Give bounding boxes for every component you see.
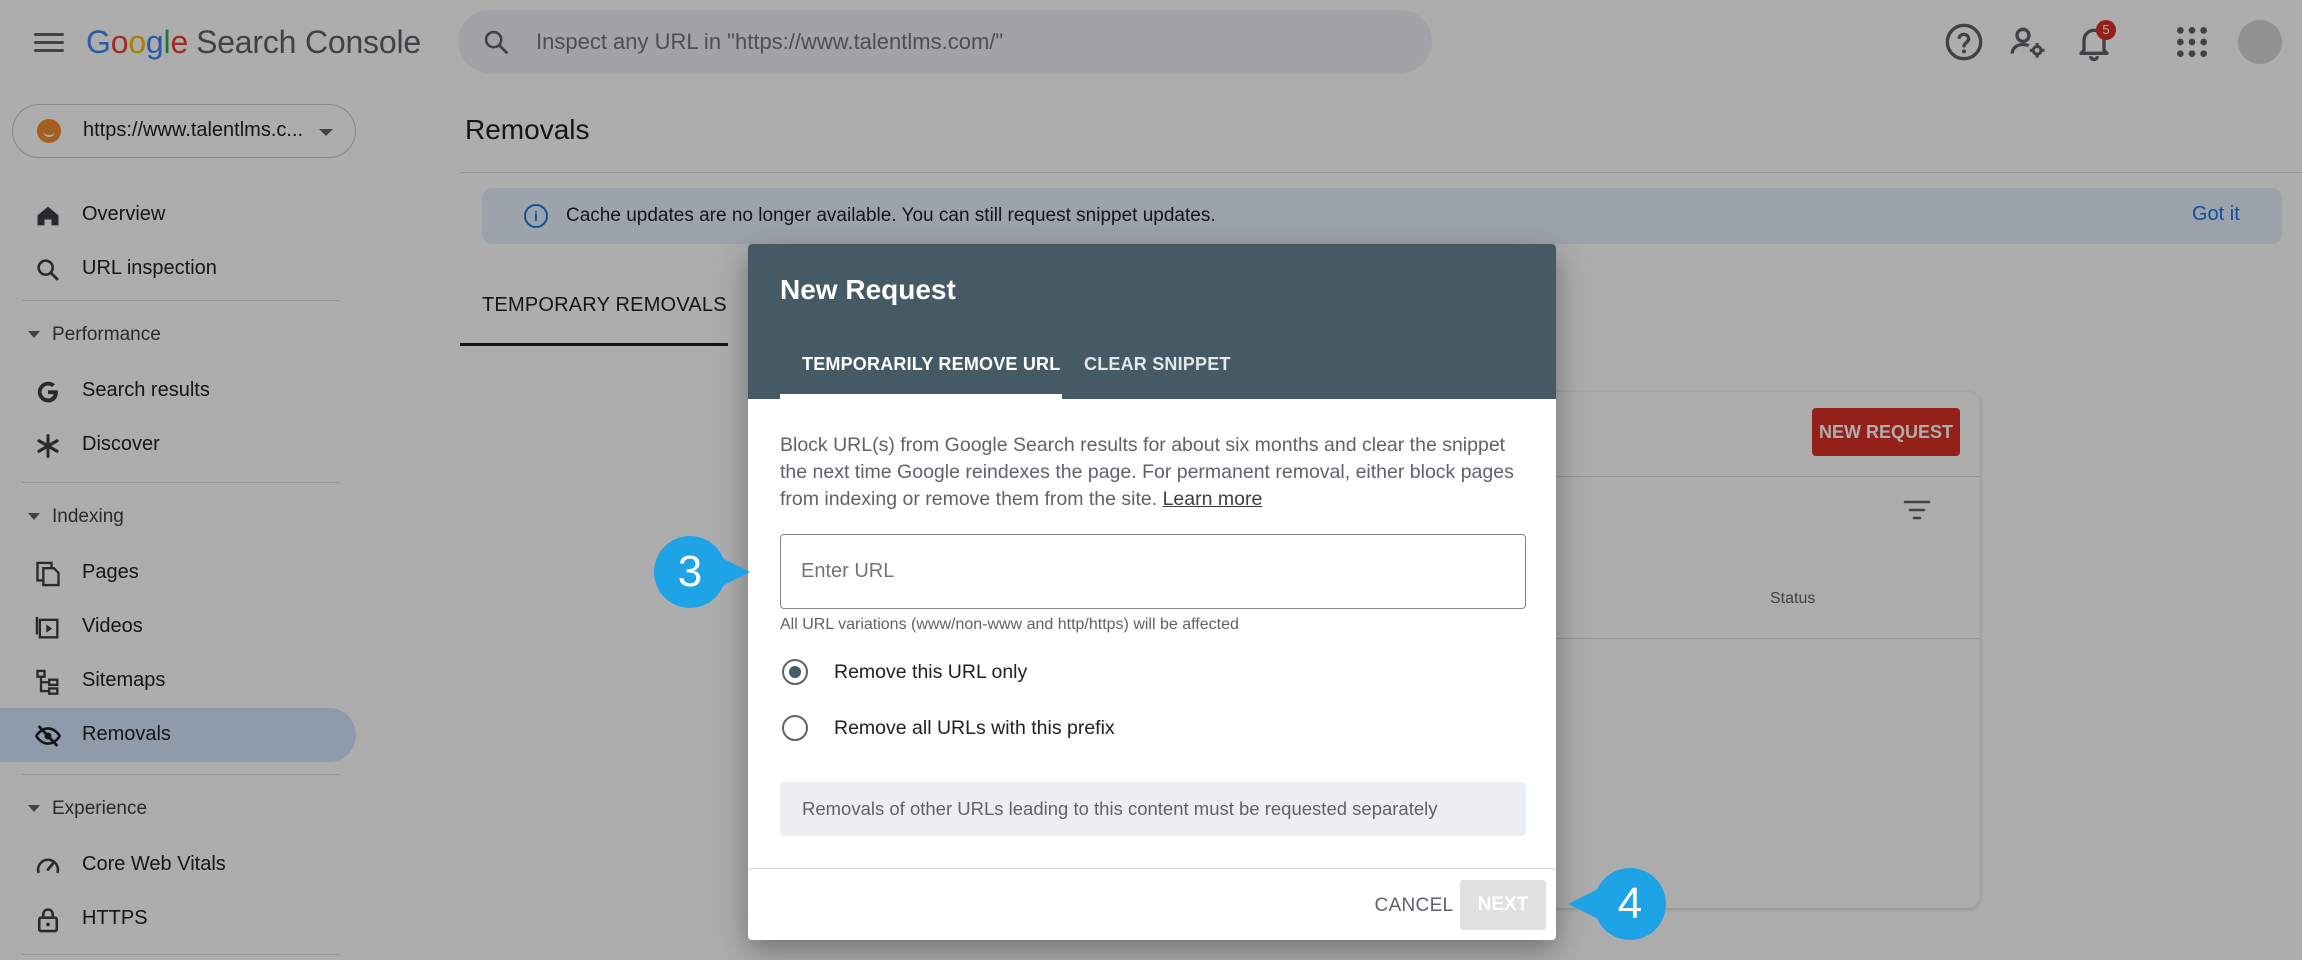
dialog-description: Block URL(s) from Google Search results … (780, 434, 1514, 510)
option-remove-prefix[interactable]: Remove all URLs with this prefix (780, 708, 1380, 748)
step-callout-4: 4 (1568, 868, 1666, 940)
note-box: Removals of other URLs leading to this c… (780, 782, 1526, 836)
dialog-header: New Request TEMPORARILY REMOVE URL CLEAR… (748, 244, 1556, 399)
tab-clear-snippet[interactable]: CLEAR SNIPPET (1084, 354, 1231, 375)
new-request-dialog: New Request TEMPORARILY REMOVE URL CLEAR… (748, 244, 1556, 940)
radio-button-unchecked[interactable] (782, 715, 808, 741)
footer-divider (748, 868, 1556, 869)
cancel-button[interactable]: CANCEL (1364, 882, 1464, 930)
next-button[interactable]: NEXT (1460, 880, 1546, 930)
step-callout-3: 3 (654, 536, 750, 608)
learn-more-link[interactable]: Learn more (1163, 488, 1263, 510)
option-remove-url-only[interactable]: Remove this URL only (780, 652, 1380, 692)
url-input[interactable] (801, 535, 1501, 608)
radio-button-checked[interactable] (782, 659, 808, 685)
tab-temporarily-remove-url[interactable]: TEMPORARILY REMOVE URL (802, 354, 1060, 375)
active-tab-indicator (780, 394, 1062, 399)
dialog-title: New Request (780, 274, 956, 305)
url-field[interactable] (780, 534, 1526, 609)
url-help-text: All URL variations (www/non-www and http… (780, 616, 1239, 633)
